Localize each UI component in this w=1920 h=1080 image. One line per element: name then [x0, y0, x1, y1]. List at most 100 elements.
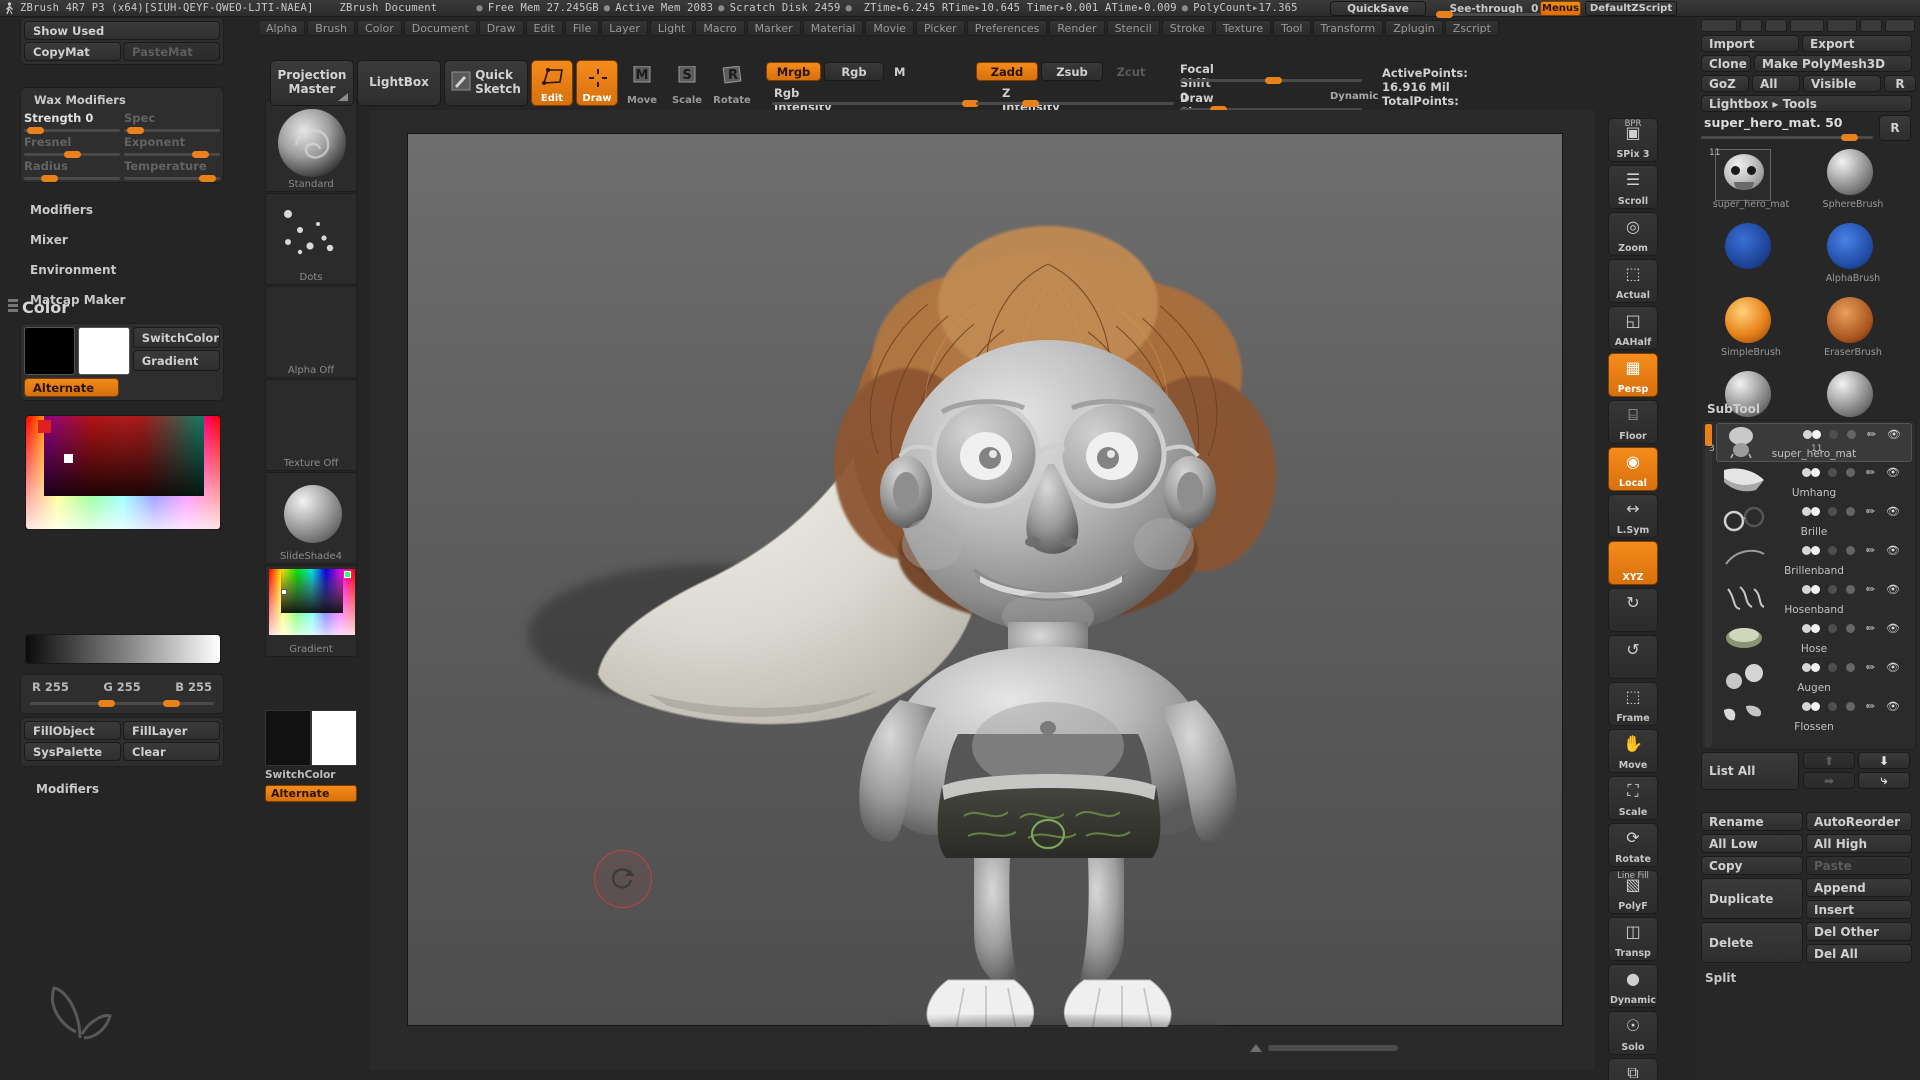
brush-cell-alpha-off[interactable]: Alpha Off	[265, 286, 357, 378]
zoom-button[interactable]: ◎ Zoom	[1608, 212, 1658, 256]
rot2-button[interactable]: ↺	[1608, 635, 1658, 679]
floor-button[interactable]: ⌸ Floor	[1608, 400, 1658, 444]
canvas-area[interactable]	[370, 110, 1595, 1070]
subtool-row[interactable]: ✏ 👁 Flossen	[1716, 696, 1912, 735]
subtool-row[interactable]: ✏ 👁 Brille	[1716, 501, 1912, 540]
wax-slider-track-5[interactable]	[124, 175, 220, 182]
subtool-visibility-dot-b[interactable]	[1811, 585, 1820, 594]
subtool-polypaint-dot[interactable]	[1828, 702, 1837, 711]
subtool-paint-icon[interactable]: ✏	[1866, 505, 1875, 518]
draw-button[interactable]: Draw	[576, 60, 618, 106]
goz-button[interactable]: GoZ	[1701, 75, 1749, 92]
wax-slider-track-2[interactable]	[24, 151, 120, 158]
canvas-scrollbar[interactable]	[1268, 1045, 1398, 1051]
subtool-visibility-dot-a[interactable]	[1802, 468, 1811, 477]
indent-button[interactable]: ⤷	[1858, 772, 1910, 789]
menu-item-document[interactable]: Document	[403, 20, 477, 36]
subtool-polypaint-dot[interactable]	[1828, 585, 1837, 594]
dynamic-label[interactable]: Dynamic	[1330, 91, 1378, 102]
menu-item-transform[interactable]: Transform	[1312, 20, 1384, 36]
lightbox-button[interactable]: LightBox	[357, 60, 441, 106]
del-all-button[interactable]: Del All	[1806, 944, 1912, 963]
menu-item-light[interactable]: Light	[649, 20, 694, 36]
pastemat-button[interactable]: PasteMat	[123, 42, 220, 61]
subtool-paint-icon[interactable]: ✏	[1866, 661, 1875, 674]
tool-thumb-eraserbrush[interactable]: EraserBrush	[1809, 295, 1897, 358]
wax-slider-track-4[interactable]	[24, 175, 120, 182]
subtool-visibility-dot-b[interactable]	[1811, 546, 1820, 555]
scroll-button[interactable]: ☰ Scroll	[1608, 165, 1658, 209]
wax-slider-knob-4[interactable]	[41, 175, 59, 182]
menu-item-material[interactable]: Material	[802, 20, 864, 36]
mrgb-toggle[interactable]: Mrgb	[766, 62, 821, 81]
tool-thumb-alphabrush[interactable]: AlphaBrush	[1809, 221, 1897, 284]
frame-button[interactable]: ⬚ Frame	[1608, 682, 1658, 726]
actual-button[interactable]: ⬚ Actual	[1608, 259, 1658, 303]
subtool-paint-icon[interactable]: ✏	[1866, 622, 1875, 635]
menu-item-file[interactable]: File	[564, 20, 600, 36]
gradient-button[interactable]: Gradient	[132, 350, 220, 371]
split-label[interactable]: Split	[1701, 971, 1916, 985]
lsym-button[interactable]: ↔ L.Sym	[1608, 494, 1658, 538]
rename-button[interactable]: Rename	[1701, 812, 1803, 831]
subtool-mesh-dot[interactable]	[1846, 507, 1855, 516]
subtool-visibility-dot-a[interactable]	[1802, 546, 1811, 555]
brush-cell-dots[interactable]: Dots	[265, 193, 357, 285]
wax-slider-knob-0[interactable]	[27, 127, 45, 134]
export-button[interactable]: Export	[1802, 35, 1912, 52]
left-menu-environment[interactable]: Environment	[30, 263, 126, 277]
lightbox-tools-button[interactable]: Lightbox ▸ Tools	[1701, 95, 1912, 112]
wax-slider-knob-5[interactable]	[199, 175, 217, 182]
subtool-visibility-dot-a[interactable]	[1803, 430, 1812, 439]
z-intensity-knob[interactable]	[1022, 100, 1039, 107]
move-button[interactable]: ✋ Move	[1608, 729, 1658, 773]
wax-slider-knob-2[interactable]	[63, 151, 81, 158]
canvas-scroll-handles[interactable]	[1250, 1044, 1398, 1052]
menu-item-render[interactable]: Render	[1049, 20, 1105, 36]
tool-slider-knob[interactable]	[1841, 134, 1858, 141]
rgb-intensity-track[interactable]	[772, 100, 979, 107]
tool-icon-3[interactable]	[1765, 19, 1787, 32]
primary-color-swatch[interactable]	[24, 327, 76, 375]
subtool-polypaint-dot[interactable]	[1828, 624, 1837, 633]
copymat-button[interactable]: CopyMat	[24, 42, 121, 61]
r-button[interactable]: R	[1884, 75, 1916, 92]
wax-slider-knob-1[interactable]	[127, 127, 145, 134]
subtool-mesh-dot[interactable]	[1846, 585, 1855, 594]
tool-icon-7[interactable]	[1885, 19, 1915, 32]
move-up-button[interactable]: ⬆	[1803, 752, 1855, 769]
visible-button[interactable]: Visible	[1803, 75, 1881, 92]
scroll-up-icon[interactable]	[1250, 1044, 1262, 1052]
scale-button[interactable]: S Scale	[666, 60, 708, 106]
fillobject-button[interactable]: FillObject	[24, 721, 121, 740]
subtool-eye-icon[interactable]: 👁	[1886, 700, 1900, 713]
menu-item-picker[interactable]: Picker	[915, 20, 965, 36]
subtool-visibility-dot-b[interactable]	[1811, 624, 1820, 633]
persp-button[interactable]: ▦ Persp	[1608, 353, 1658, 397]
subtool-visibility-dot-b[interactable]	[1812, 430, 1821, 439]
outdent-button[interactable]: ➡	[1803, 772, 1855, 789]
del-other-button[interactable]: Del Other	[1806, 922, 1912, 941]
menus-button[interactable]: Menus	[1540, 1, 1581, 16]
subtool-eye-icon[interactable]: 👁	[1886, 505, 1900, 518]
b-knob[interactable]	[163, 700, 180, 707]
tool-icon-4[interactable]	[1790, 19, 1824, 32]
modifiers-bottom-menu[interactable]: Modifiers	[36, 782, 99, 796]
bpr-button[interactable]: BPR ▣ SPix 3	[1608, 118, 1658, 162]
insert-button[interactable]: Insert	[1806, 900, 1912, 919]
subtool-eye-icon[interactable]: 👁	[1886, 466, 1900, 479]
subtool-scroll-indicator[interactable]	[1705, 424, 1712, 446]
polyf-button[interactable]: Line Fill ▧ PolyF	[1608, 870, 1658, 914]
menu-item-brush[interactable]: Brush	[307, 20, 356, 36]
quick-sketch-button[interactable]: Quick Sketch	[444, 60, 528, 106]
subtool-visibility-dot-a[interactable]	[1802, 702, 1811, 711]
subtool-mesh-dot[interactable]	[1846, 663, 1855, 672]
menu-item-preferences[interactable]: Preferences	[966, 20, 1048, 36]
edit-button[interactable]: Edit	[531, 60, 573, 106]
menu-item-draw[interactable]: Draw	[478, 20, 524, 36]
left-menu-mixer[interactable]: Mixer	[30, 233, 126, 247]
g-knob[interactable]	[98, 700, 115, 707]
subtool-paint-icon[interactable]: ✏	[1866, 544, 1875, 557]
subtool-visibility-dot-a[interactable]	[1802, 624, 1811, 633]
brush-cell-gradient[interactable]: Gradient	[265, 565, 357, 657]
